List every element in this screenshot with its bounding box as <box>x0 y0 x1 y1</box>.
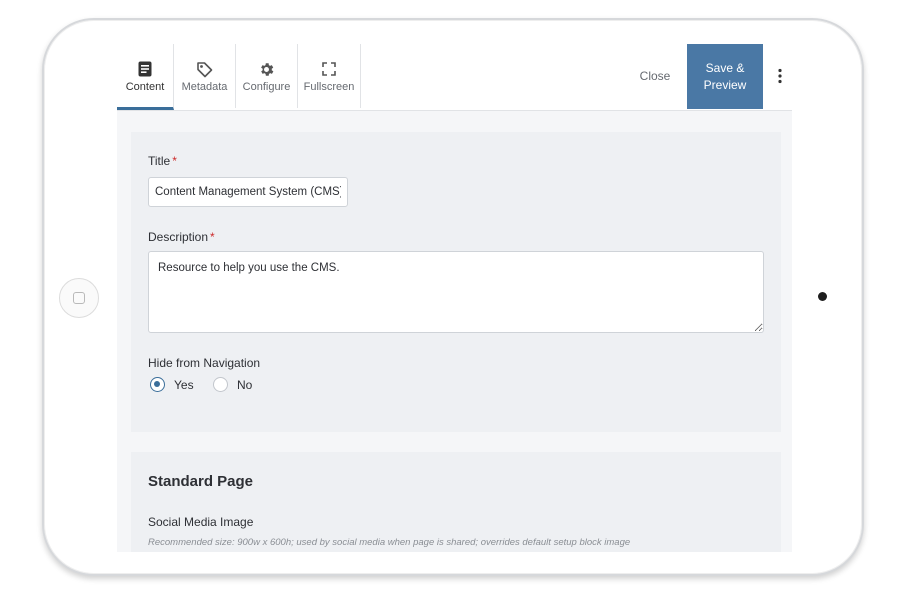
title-label: Title * <box>148 154 177 168</box>
radio-circle <box>213 377 228 392</box>
hide-navigation-label: Hide from Navigation <box>148 356 261 370</box>
cms-screen: Content Metadata Configure Fullscreen Cl… <box>117 44 792 552</box>
tab-label: Content <box>125 80 165 93</box>
standard-page-card: Standard Page Social Media Image Recomme… <box>131 452 781 552</box>
close-button[interactable]: Close <box>629 44 681 108</box>
vertical-dots-icon <box>777 68 782 84</box>
more-options-button[interactable] <box>767 44 792 108</box>
section-heading: Standard Page <box>148 473 254 490</box>
editor-toolbar: Content Metadata Configure Fullscreen Cl… <box>117 44 792 111</box>
description-textarea[interactable]: Resource to help you use the CMS. <box>148 251 764 333</box>
tab-label: Metadata <box>181 81 228 93</box>
fullscreen-icon <box>322 59 336 79</box>
radio-circle <box>150 377 165 392</box>
radio-no[interactable]: No <box>213 377 252 392</box>
social-media-image-label: Social Media Image <box>148 515 254 529</box>
radio-label: No <box>237 377 253 392</box>
tab-label: Fullscreen <box>303 81 355 93</box>
tab-fullscreen[interactable]: Fullscreen <box>298 44 361 108</box>
document-icon <box>138 59 152 79</box>
description-label: Description * <box>148 230 215 244</box>
tab-content[interactable]: Content <box>117 44 174 110</box>
tab-configure[interactable]: Configure <box>236 44 298 108</box>
required-asterisk: * <box>210 230 215 244</box>
home-square-icon <box>73 292 85 304</box>
title-input[interactable] <box>148 177 348 207</box>
tag-icon <box>196 59 213 79</box>
required-asterisk: * <box>172 154 177 168</box>
page-settings-card: Title* Description* Resource to help you… <box>131 132 781 432</box>
radio-label: Yes <box>174 377 194 392</box>
tab-metadata[interactable]: Metadata <box>174 44 236 108</box>
tab-label: Configure <box>242 81 291 93</box>
home-button[interactable] <box>59 278 99 318</box>
gear-icon <box>258 59 275 79</box>
radio-yes[interactable]: Yes <box>150 377 194 392</box>
save-preview-button[interactable]: Save & Preview <box>687 44 763 109</box>
social-media-image-hint: Recommended size: 900w x 600h; used by s… <box>148 537 631 548</box>
camera-dot <box>818 292 827 301</box>
